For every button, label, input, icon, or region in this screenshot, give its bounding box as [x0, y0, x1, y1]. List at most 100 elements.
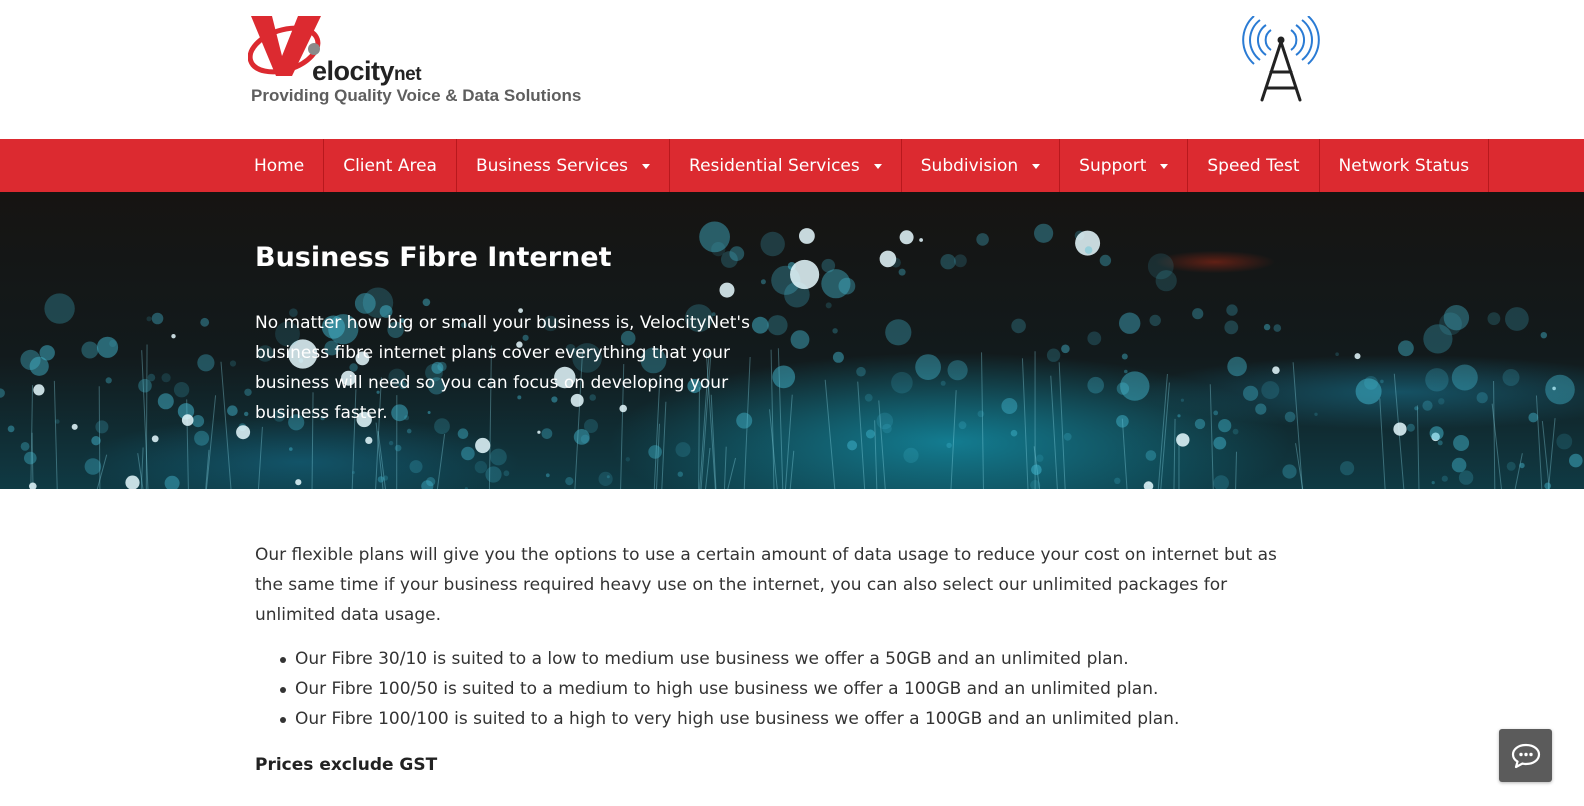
nav-speed-test[interactable]: Speed Test [1188, 139, 1320, 192]
bokeh-dot [29, 482, 37, 489]
fibre-strand [1416, 405, 1420, 489]
bokeh-dot [940, 254, 956, 270]
bokeh-dot [799, 228, 815, 244]
main-nav: Home Client Area Business Services Resid… [0, 139, 1584, 192]
nav-client-area[interactable]: Client Area [324, 139, 457, 192]
bokeh-dot [832, 328, 838, 334]
bokeh-dot [1124, 369, 1128, 374]
fibre-strand [53, 380, 58, 489]
fibre-strand [1541, 421, 1550, 489]
bokeh-dot [44, 293, 75, 324]
bokeh-dot [898, 268, 906, 276]
bokeh-dot [1393, 422, 1407, 436]
intro-paragraph: Our flexible plans will give you the opt… [255, 545, 1277, 625]
velocitynet-logo[interactable]: elocitynet Providing Quality Voice & Dat… [248, 14, 618, 114]
bokeh-dot [1226, 304, 1238, 316]
fibre-optic-background [0, 221, 1583, 489]
fibre-strand [1058, 362, 1066, 489]
bokeh-dot [1569, 453, 1583, 468]
bokeh-dot [565, 477, 574, 486]
bokeh-dot [95, 420, 109, 434]
bokeh-dot [1232, 428, 1239, 435]
bokeh-dot [173, 382, 190, 398]
bokeh-dot [977, 410, 985, 418]
bokeh-dot [71, 423, 78, 430]
nav-subdivision[interactable]: Subdivision [902, 139, 1061, 192]
bokeh-dot [1143, 481, 1154, 489]
fibre-strand [770, 349, 775, 489]
bokeh-dot [1120, 371, 1150, 401]
fibre-strand [1021, 358, 1029, 489]
bokeh-dot [200, 317, 210, 327]
bokeh-dot [105, 377, 112, 384]
nav-label: Residential Services [689, 155, 860, 176]
gst-note: Prices exclude GST [255, 755, 438, 775]
nav-home[interactable]: Home [235, 139, 325, 192]
bokeh-dot [84, 458, 102, 475]
bokeh-dot [1046, 348, 1061, 362]
bokeh-dot [1145, 450, 1157, 461]
bokeh-dot [147, 373, 156, 382]
fibre-strand [436, 433, 446, 489]
fibre-strand [257, 426, 263, 489]
nav-residential-services[interactable]: Residential Services [670, 139, 902, 192]
fibre-strand [789, 450, 795, 489]
nav-label: Network Status [1338, 155, 1470, 176]
bokeh-dot [1438, 398, 1445, 405]
fibre-strand [1493, 380, 1496, 489]
fibre-strand [1209, 384, 1214, 489]
bokeh-dot [1282, 464, 1297, 479]
nav-network-status[interactable]: Network Status [1320, 139, 1490, 192]
fibre-strand [981, 352, 984, 489]
nav-label: Subdivision [920, 155, 1019, 176]
bokeh-dot [1314, 412, 1318, 416]
caret-down-icon [873, 164, 882, 169]
bokeh-dot [1121, 353, 1128, 360]
bokeh-dot [1340, 461, 1355, 476]
bokeh-dot [1406, 423, 1415, 432]
bokeh-dot [537, 430, 541, 434]
bokeh-dot [1441, 475, 1448, 482]
bokeh-dot [1423, 324, 1453, 354]
bokeh-dot [1437, 440, 1443, 446]
bokeh-dot [648, 445, 662, 459]
bokeh-dot [847, 440, 858, 451]
nav-business-services[interactable]: Business Services [457, 139, 671, 192]
bokeh-dot [1155, 270, 1177, 292]
bokeh-dot [1180, 398, 1184, 402]
bokeh-dot [958, 421, 967, 430]
chat-button[interactable] [1499, 729, 1552, 782]
bokeh-dot [24, 451, 37, 465]
bokeh-dot [236, 425, 251, 440]
bokeh-dot [947, 360, 968, 381]
nav-label: Speed Test [1207, 155, 1300, 176]
bokeh-dot [1545, 374, 1575, 405]
fibre-strand [1173, 418, 1176, 489]
bokeh-dot [33, 384, 45, 396]
bokeh-dot [1422, 400, 1433, 411]
bokeh-dot [171, 334, 176, 339]
bokeh-dot [244, 411, 249, 417]
nav-support[interactable]: Support [1060, 139, 1189, 192]
bokeh-dot [197, 354, 215, 372]
fibre-strand [1535, 395, 1543, 489]
bokeh-dot [1540, 332, 1548, 339]
bokeh-dot [1544, 482, 1552, 489]
bokeh-dot [409, 460, 423, 474]
fibre-strand [950, 390, 957, 489]
bokeh-dot [464, 487, 468, 489]
bokeh-dot [164, 475, 180, 489]
bokeh-dot [125, 475, 140, 489]
fibre-strand [723, 446, 727, 489]
bokeh-dot [760, 279, 766, 285]
plan-list: Our Fibre 30/10 is suited to a low to me… [255, 644, 1295, 734]
bokeh-dot [96, 336, 119, 358]
bokeh-dot [1458, 470, 1474, 485]
bokeh-dot [1261, 381, 1280, 400]
nav-label: Business Services [475, 155, 629, 176]
bokeh-dot [1272, 366, 1280, 374]
bokeh-dot [151, 435, 159, 443]
fibre-strand [824, 379, 836, 489]
list-item: Our Fibre 30/10 is suited to a low to me… [280, 644, 1295, 674]
radio-tower-icon [1242, 16, 1320, 102]
